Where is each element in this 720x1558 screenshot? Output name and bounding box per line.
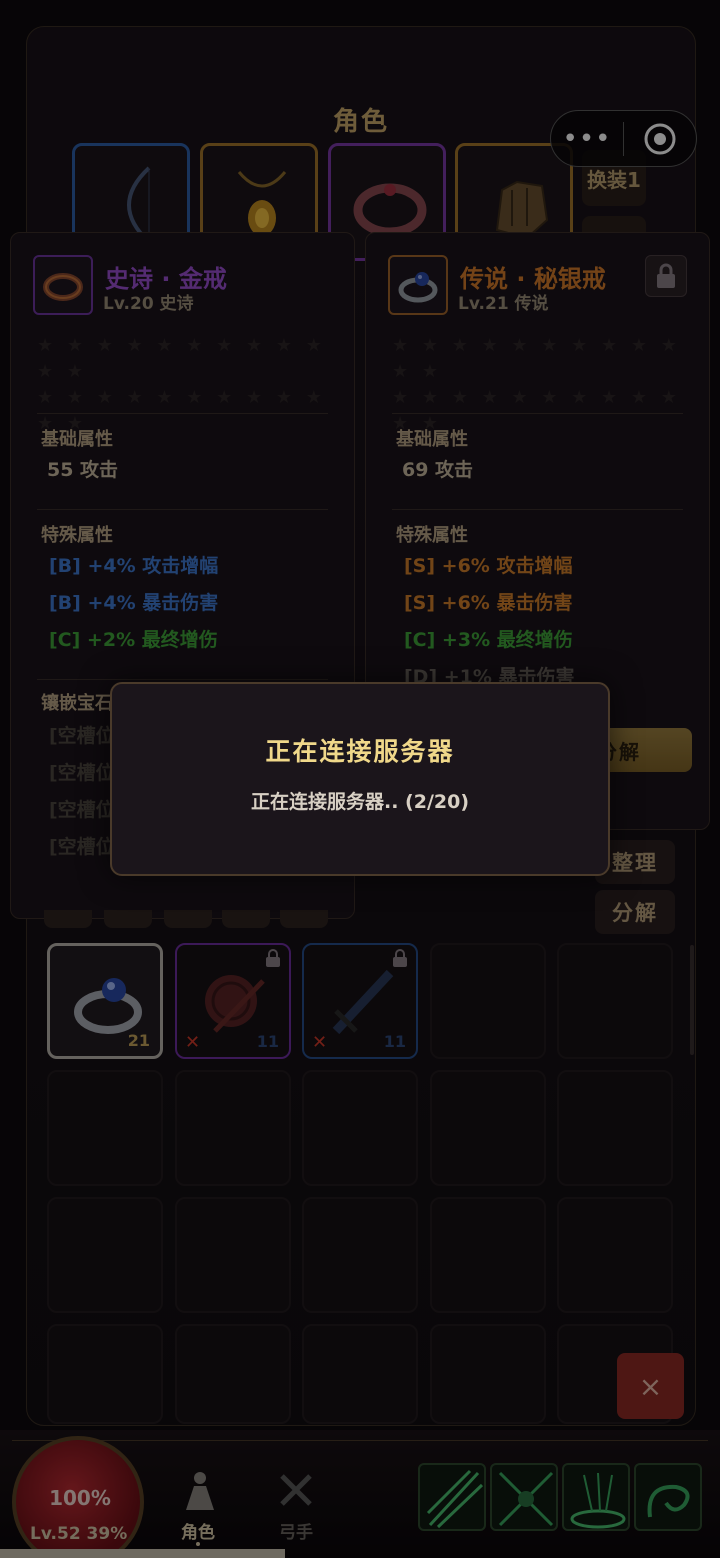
dialog-title: 正在连接服务器 bbox=[265, 737, 455, 766]
dialog-message: 正在连接服务器.. (2/20) bbox=[250, 791, 470, 813]
connecting-dialog: 正在连接服务器 正在连接服务器.. (2/20) bbox=[110, 682, 610, 876]
